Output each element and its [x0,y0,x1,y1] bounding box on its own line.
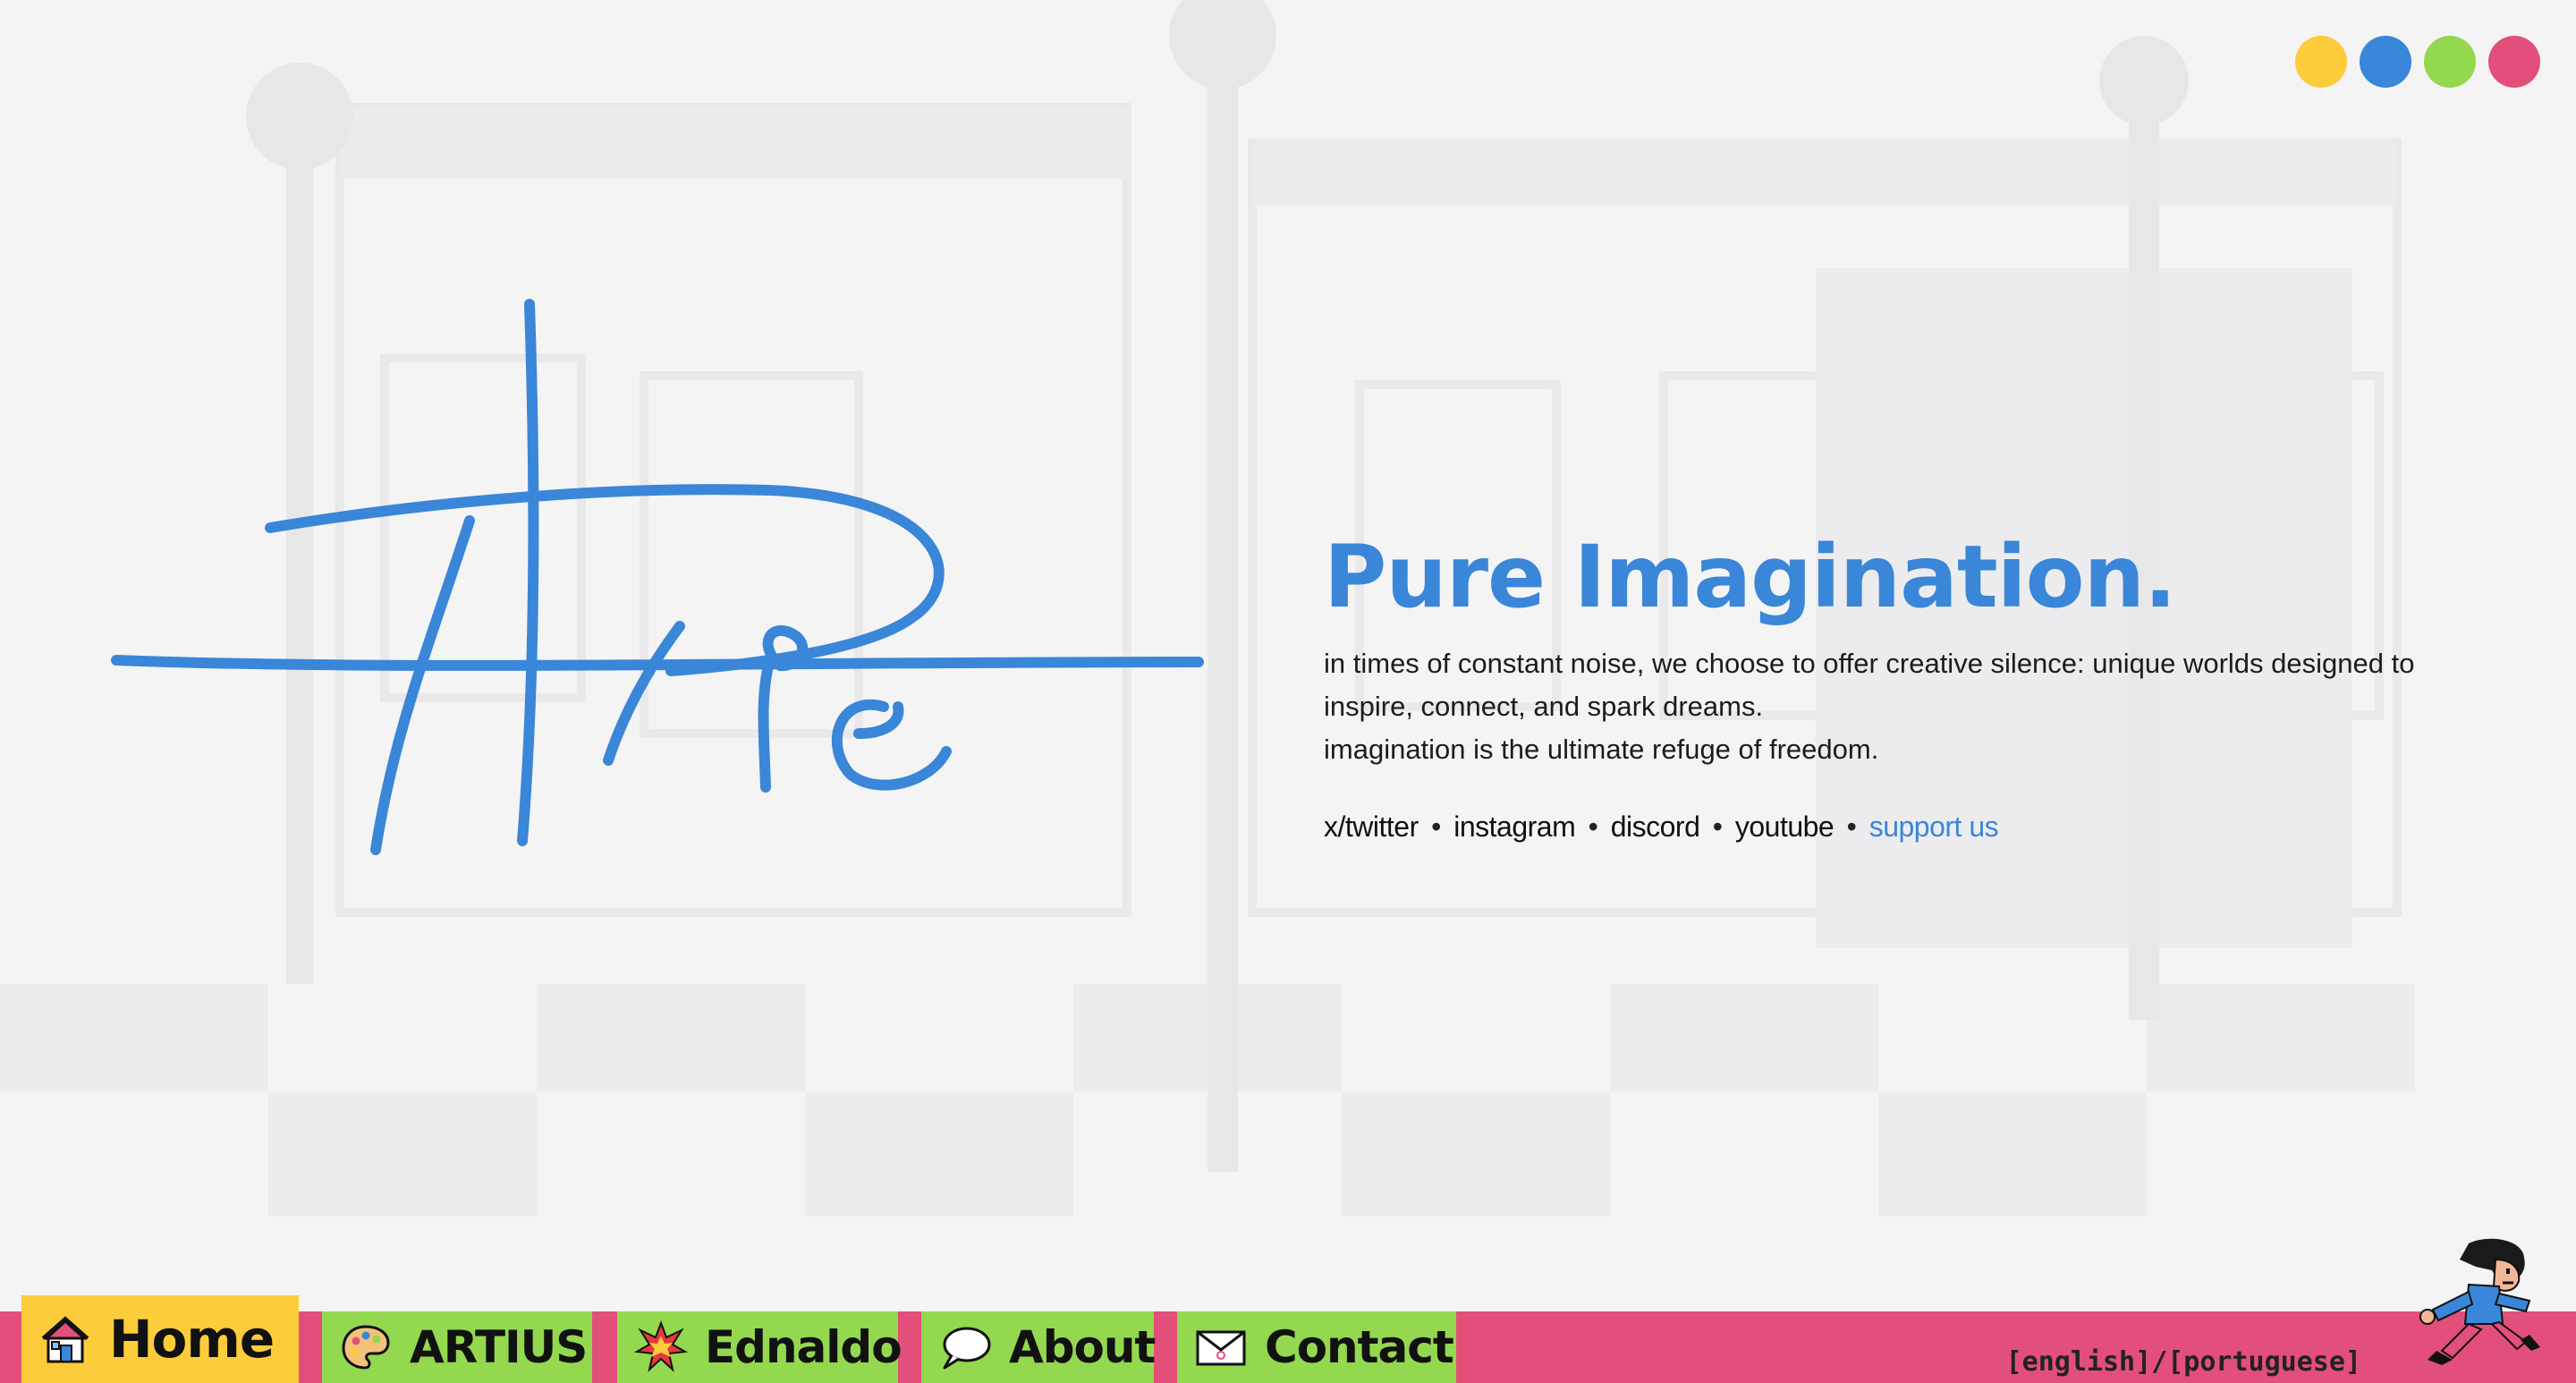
yellow-theme-dot[interactable] [2295,36,2347,88]
theme-color-picker [2295,36,2540,88]
lang-english-link[interactable]: [english] [2006,1346,2152,1378]
separator: • [1846,810,1857,843]
blue-theme-dot[interactable] [2360,36,2411,88]
language-switcher: [english]/[portuguese] [2006,1346,2361,1378]
nav-contact-label: Contact [1265,1321,1454,1373]
nav-artius-label: ARTIUS [410,1321,588,1373]
hero-title: Pure Imagination. [1324,527,2176,627]
nav-about-button[interactable]: About [921,1311,1156,1383]
green-theme-dot[interactable] [2424,36,2476,88]
twitter-link[interactable]: x/twitter [1324,810,1419,843]
nav-home-label: Home [109,1309,275,1370]
nav-ednaldo-button[interactable]: Ednaldo [617,1311,902,1383]
running-mascot-sprite [2419,1238,2540,1365]
signature-logo [111,299,1204,855]
separator: • [1712,810,1723,843]
nav-home-button[interactable]: Home [21,1295,299,1383]
nav-about-label: About [1009,1321,1156,1373]
hero-section: Pure Imagination. in times of constant n… [1324,532,2487,844]
nav-contact-button[interactable]: Contact [1177,1311,1456,1383]
hero-desc-line-2: imagination is the ultimate refuge of fr… [1324,733,1879,765]
separator: • [1431,810,1441,843]
youtube-link[interactable]: youtube [1735,810,1835,843]
nav-artius-button[interactable]: ARTIUS [322,1311,592,1383]
lang-separator: / [2151,1346,2168,1378]
hero-desc-line-1: in times of constant noise, we choose to… [1324,647,2415,722]
nav-ednaldo-label: Ednaldo [705,1321,902,1373]
support-us-link[interactable]: support us [1869,810,1999,843]
explosion-icon [633,1320,689,1372]
house-icon [41,1316,89,1363]
social-links: x/twitter • instagram • discord • youtub… [1324,810,2487,844]
discord-link[interactable]: discord [1611,810,1700,843]
envelope-icon [1196,1330,1246,1366]
instagram-link[interactable]: instagram [1453,810,1576,843]
hero-description: in times of constant noise, we choose to… [1324,642,2487,771]
separator: • [1588,810,1598,843]
pink-theme-dot[interactable] [2488,36,2540,88]
speech-bubble-icon [943,1327,991,1370]
lang-portuguese-link[interactable]: [portuguese] [2167,1346,2361,1378]
palette-icon [342,1325,390,1370]
